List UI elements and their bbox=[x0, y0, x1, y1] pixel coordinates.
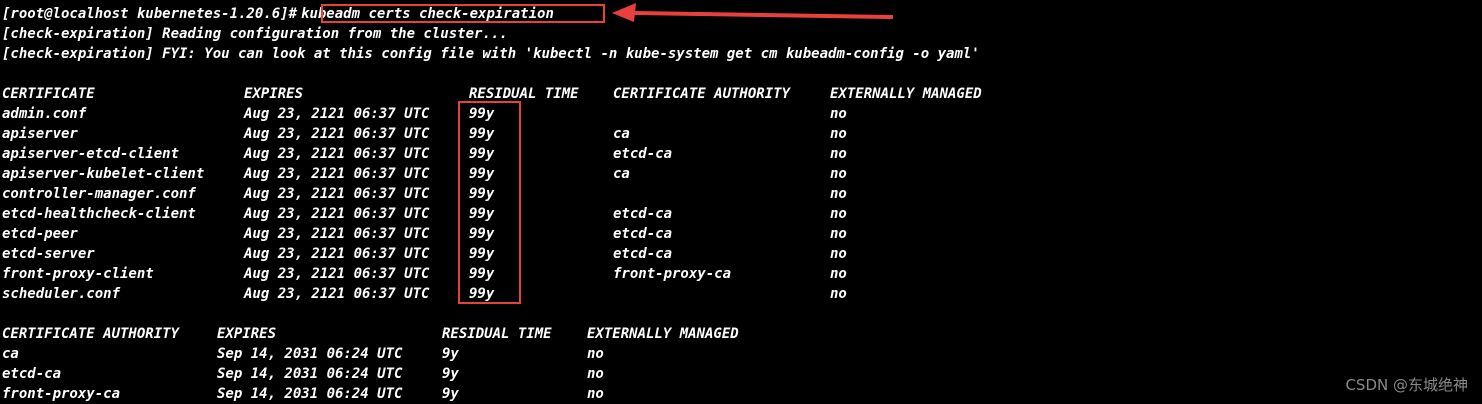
annotation-arrow-icon bbox=[612, 3, 894, 22]
terminal-window[interactable]: [root@localhost kubernetes-1.20.6]# kubea… bbox=[0, 0, 1482, 404]
csdn-watermark: CSDN @东城绝神 bbox=[1345, 376, 1468, 394]
